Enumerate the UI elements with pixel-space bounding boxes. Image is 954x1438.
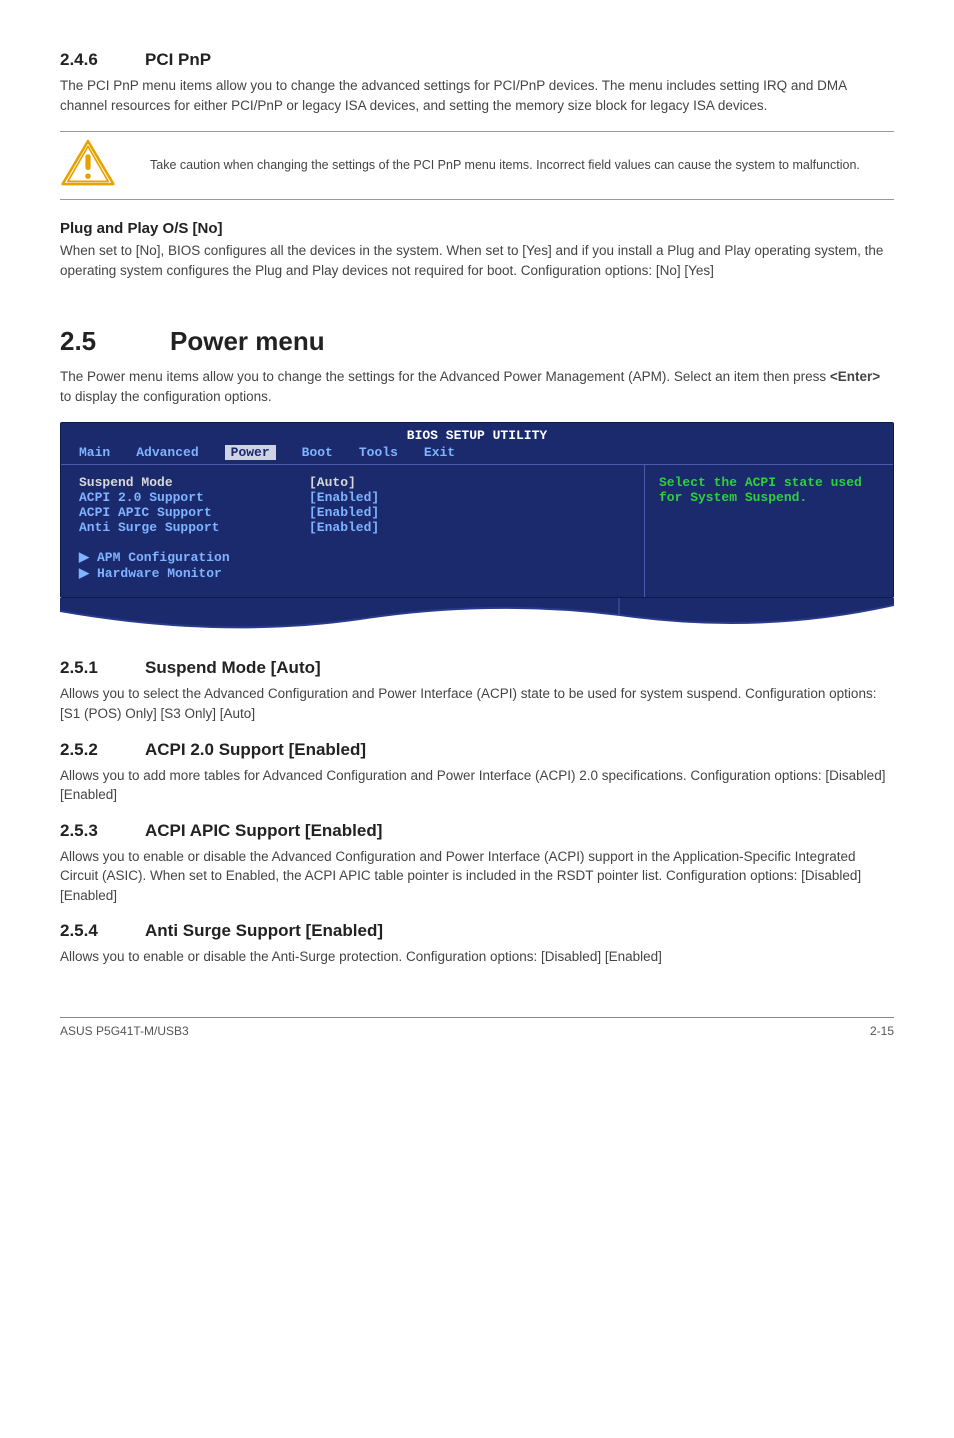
caution-block: Take caution when changing the settings … xyxy=(60,131,894,200)
bios-row-value: [Enabled] xyxy=(309,520,379,535)
bios-row-label[interactable]: Anti Surge Support xyxy=(79,520,309,535)
bios-submenu[interactable]: APM Configuration xyxy=(97,550,230,565)
bios-tab-advanced[interactable]: Advanced xyxy=(136,445,198,460)
heading-title: Suspend Mode [Auto] xyxy=(145,658,321,677)
caution-icon xyxy=(60,138,120,193)
bios-row-label[interactable]: Suspend Mode xyxy=(79,475,309,490)
page-footer: ASUS P5G41T-M/USB3 2-15 xyxy=(60,1017,894,1038)
footer-left: ASUS P5G41T-M/USB3 xyxy=(60,1024,189,1038)
bios-row-label[interactable]: ACPI APIC Support xyxy=(79,505,309,520)
heading-num: 2.5.2 xyxy=(60,740,145,760)
torn-edge xyxy=(60,598,894,632)
bios-screenshot: BIOS SETUP UTILITY Main Advanced Power B… xyxy=(60,422,894,632)
para-246: The PCI PnP menu items allow you to chan… xyxy=(60,76,894,115)
bios-help-panel: Select the ACPI state used for System Su… xyxy=(645,465,893,597)
bios-tab-main[interactable]: Main xyxy=(79,445,110,460)
bios-tab-power[interactable]: Power xyxy=(225,445,276,460)
heading-title: ACPI 2.0 Support [Enabled] xyxy=(145,740,366,759)
heading-num: 2.5.4 xyxy=(60,921,145,941)
para-252: Allows you to add more tables for Advanc… xyxy=(60,766,894,805)
bios-title: BIOS SETUP UTILITY xyxy=(61,423,893,443)
bios-row-label[interactable]: ACPI 2.0 Support xyxy=(79,490,309,505)
para-251: Allows you to select the Advanced Config… xyxy=(60,684,894,723)
divider xyxy=(60,199,894,200)
bios-submenu[interactable]: Hardware Monitor xyxy=(97,566,222,581)
heading-title: PCI PnP xyxy=(145,50,211,69)
heading-num: 2.5.1 xyxy=(60,658,145,678)
bios-tab-boot[interactable]: Boot xyxy=(302,445,333,460)
heading-25: 2.5Power menu xyxy=(60,326,894,357)
bios-row-value: [Auto] xyxy=(309,475,356,490)
heading-title: Power menu xyxy=(170,326,325,356)
footer-right: 2-15 xyxy=(870,1024,894,1038)
para-254: Allows you to enable or disable the Anti… xyxy=(60,947,894,967)
para-plug-and-play: When set to [No], BIOS configures all th… xyxy=(60,241,894,280)
heading-title: Anti Surge Support [Enabled] xyxy=(145,921,383,940)
bios-tab-tools[interactable]: Tools xyxy=(359,445,398,460)
heading-254: 2.5.4Anti Surge Support [Enabled] xyxy=(60,921,894,941)
para-253: Allows you to enable or disable the Adva… xyxy=(60,847,894,906)
heading-252: 2.5.2ACPI 2.0 Support [Enabled] xyxy=(60,740,894,760)
triangle-icon: ▶ xyxy=(79,549,89,565)
bios-left-panel: Suspend Mode[Auto] ACPI 2.0 Support[Enab… xyxy=(61,465,645,597)
bios-row-value: [Enabled] xyxy=(309,505,379,520)
bios-menu: Main Advanced Power Boot Tools Exit xyxy=(61,443,893,464)
caution-text: Take caution when changing the settings … xyxy=(150,157,860,175)
para-25: The Power menu items allow you to change… xyxy=(60,367,894,406)
heading-num: 2.5 xyxy=(60,326,170,357)
bios-tab-exit[interactable]: Exit xyxy=(424,445,455,460)
heading-title: ACPI APIC Support [Enabled] xyxy=(145,821,382,840)
heading-253: 2.5.3ACPI APIC Support [Enabled] xyxy=(60,821,894,841)
subheading-plug-and-play: Plug and Play O/S [No] xyxy=(60,220,894,237)
heading-251: 2.5.1Suspend Mode [Auto] xyxy=(60,658,894,678)
heading-246: 2.4.6PCI PnP xyxy=(60,50,894,70)
heading-num: 2.5.3 xyxy=(60,821,145,841)
heading-num: 2.4.6 xyxy=(60,50,145,70)
triangle-icon: ▶ xyxy=(79,565,89,581)
bios-row-value: [Enabled] xyxy=(309,490,379,505)
